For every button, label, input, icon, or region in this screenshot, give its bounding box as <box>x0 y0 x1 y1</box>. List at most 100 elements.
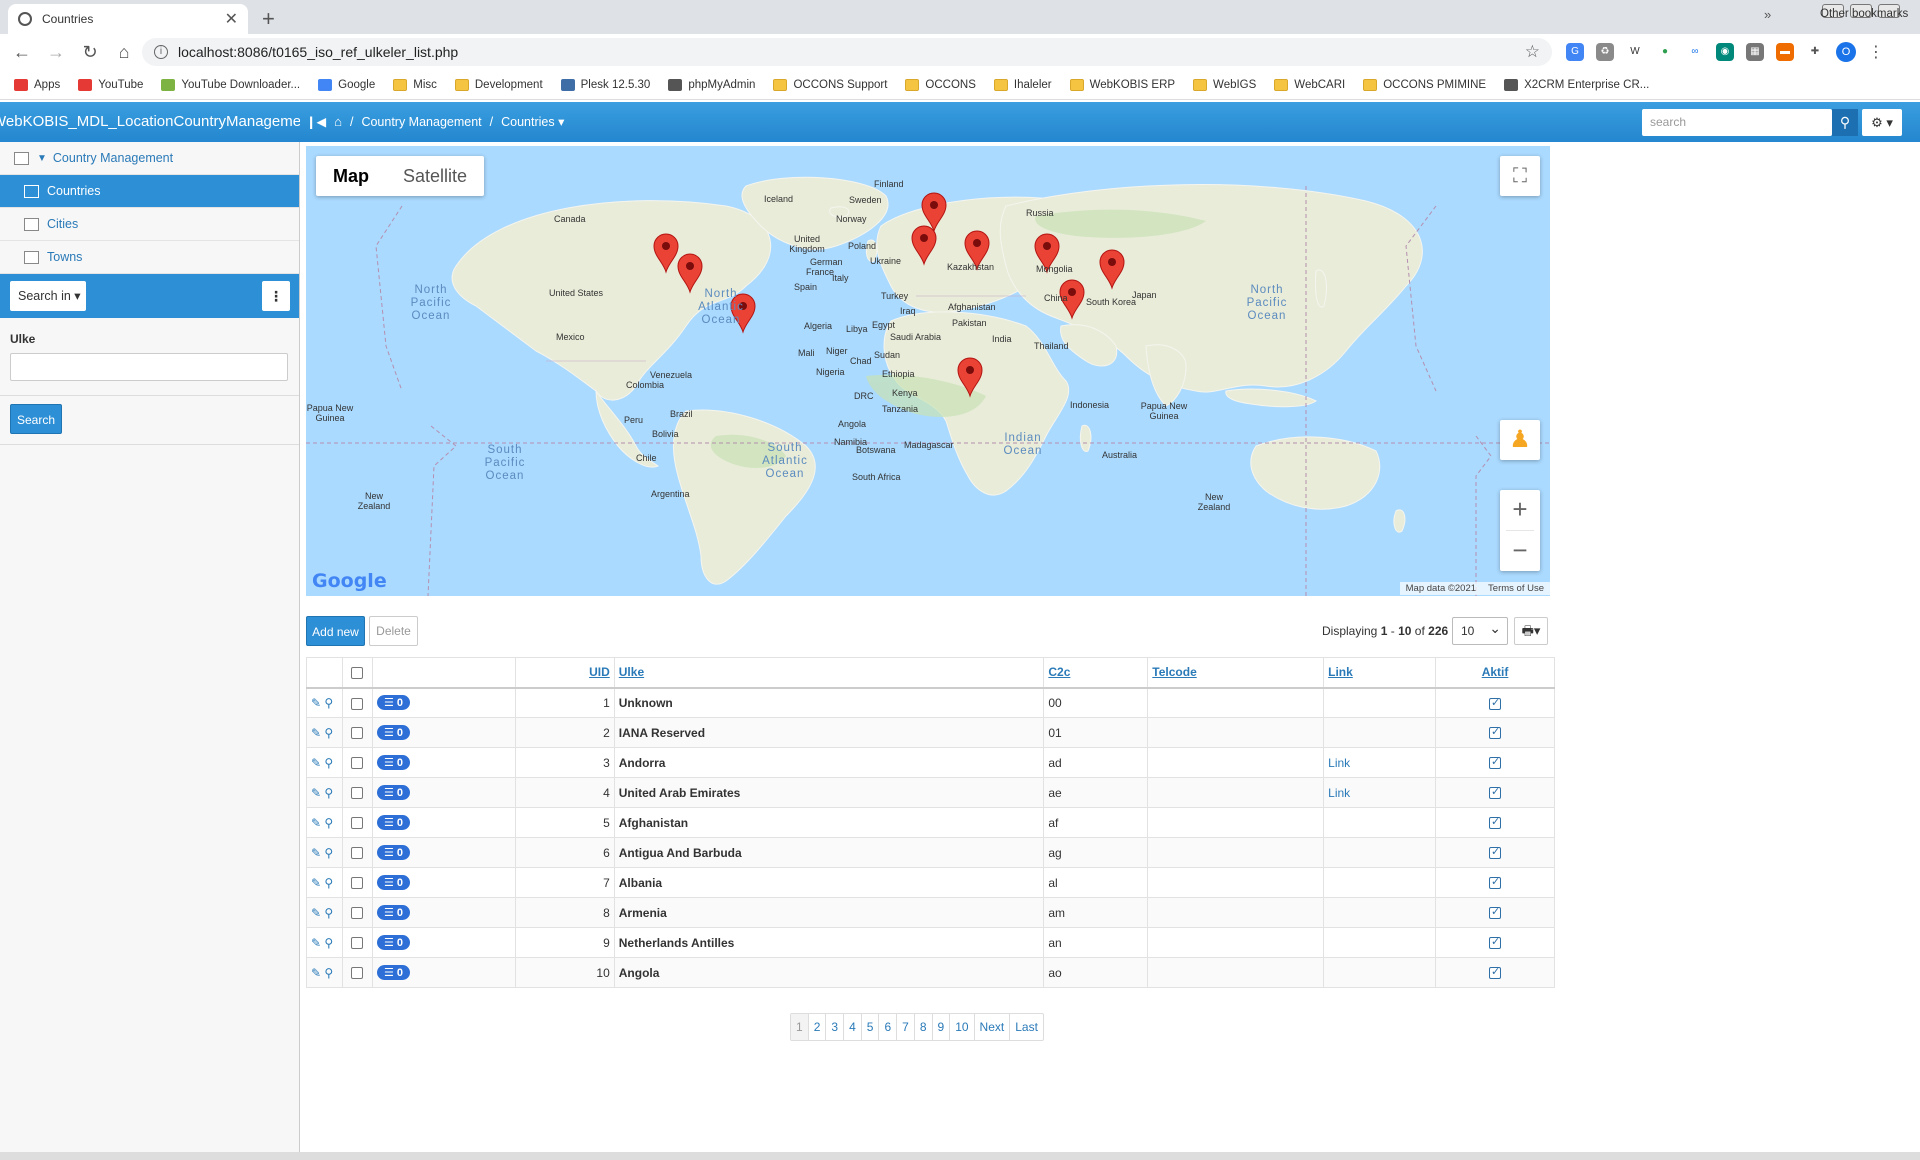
view-magnifier-icon[interactable]: ⚲ <box>324 906 333 920</box>
edit-pencil-icon[interactable]: ✎ <box>311 816 321 830</box>
edit-pencil-icon[interactable]: ✎ <box>311 846 321 860</box>
w-extension-icon[interactable]: W <box>1626 43 1644 61</box>
column-header-uid[interactable]: UID <box>514 657 615 689</box>
row-select-cell[interactable] <box>341 897 373 928</box>
bookmark-item[interactable]: Ihaleler <box>993 78 1052 91</box>
detail-count-badge[interactable]: ☰ 0 <box>376 785 411 800</box>
row-select-cell[interactable] <box>341 717 373 748</box>
edit-pencil-icon[interactable]: ✎ <box>311 876 321 890</box>
page-link-2[interactable]: 2 <box>809 1014 827 1040</box>
page-link-6[interactable]: 6 <box>879 1014 898 1040</box>
aktif-checkbox[interactable] <box>1489 845 1502 860</box>
bookmark-item[interactable]: YouTube Downloader... <box>161 78 300 91</box>
row-select-cell[interactable] <box>341 807 373 838</box>
row-checkbox[interactable] <box>351 847 364 860</box>
pin-extension-icon[interactable]: ● <box>1656 43 1674 61</box>
street-view-pegman-icon[interactable]: ♟ <box>1500 420 1540 460</box>
select-all-header[interactable] <box>341 657 373 689</box>
bookmark-item[interactable]: OCCONS PMIMINE <box>1363 78 1486 91</box>
view-magnifier-icon[interactable]: ⚲ <box>324 726 333 740</box>
edit-pencil-icon[interactable]: ✎ <box>311 726 321 740</box>
print-export-icon[interactable]: 🖶▾ <box>1514 617 1548 645</box>
column-header-ulke[interactable]: Ulke <box>613 657 1045 689</box>
row-link[interactable]: Link <box>1328 756 1350 770</box>
aktif-checkbox[interactable] <box>1489 905 1502 920</box>
translate-extension-icon[interactable]: G <box>1566 43 1584 61</box>
home-icon[interactable]: ⌂ <box>334 114 342 129</box>
ulke-search-input[interactable] <box>10 353 288 381</box>
page-link-10[interactable]: 10 <box>950 1014 975 1040</box>
row-checkbox[interactable] <box>351 727 364 740</box>
map-data-text[interactable]: Map data ©2021 <box>1406 583 1476 594</box>
table-row[interactable]: ✎ ⚲ ☰ 0 9 Netherlands Antilles an <box>306 927 1555 958</box>
reload-icon[interactable]: ↻ <box>78 42 102 63</box>
detail-count-badge[interactable]: ☰ 0 <box>376 725 411 740</box>
view-magnifier-icon[interactable]: ⚲ <box>324 786 333 800</box>
row-select-cell[interactable] <box>341 777 373 808</box>
sidebar-item-countries[interactable]: Countries <box>0 175 299 208</box>
html-extension-icon[interactable]: ▦ <box>1746 43 1764 61</box>
view-magnifier-icon[interactable]: ⚲ <box>324 816 333 830</box>
aktif-checkbox[interactable] <box>1489 696 1502 710</box>
address-bar[interactable]: i localhost:8086/t0165_iso_ref_ulkeler_l… <box>142 38 1552 66</box>
delete-button[interactable]: Delete <box>369 616 418 646</box>
browser-menu-icon[interactable]: ⋮ <box>1868 42 1884 62</box>
search-button[interactable]: Search <box>10 404 62 434</box>
row-checkbox[interactable] <box>351 757 364 770</box>
view-magnifier-icon[interactable]: ⚲ <box>324 756 333 770</box>
home-icon[interactable]: ⌂ <box>112 42 136 63</box>
other-bookmarks[interactable]: Other bookmarks <box>1800 8 1908 20</box>
sidebar-item-towns[interactable]: Towns <box>0 241 299 274</box>
bookmark-item[interactable]: Development <box>454 78 543 91</box>
recycle-extension-icon[interactable]: ♻ <box>1596 43 1614 61</box>
fullscreen-icon[interactable]: ⛶ <box>1500 156 1540 196</box>
infinity-extension-icon[interactable]: ∞ <box>1686 43 1704 61</box>
menu-toggle-icon[interactable]: ❙◀ <box>306 114 326 129</box>
row-select-cell[interactable] <box>341 927 373 958</box>
row-checkbox[interactable] <box>351 907 364 920</box>
page-link-5[interactable]: 5 <box>862 1014 880 1040</box>
detail-count-badge[interactable]: ☰ 0 <box>376 875 411 890</box>
row-checkbox[interactable] <box>351 937 364 950</box>
detail-count-badge[interactable]: ☰ 0 <box>376 815 411 830</box>
bookmark-star-icon[interactable]: ☆ <box>1525 42 1540 62</box>
aktif-checkbox[interactable] <box>1489 815 1502 830</box>
world-map[interactable]: Map Satellite ⛶ ♟ + − Google Map data ©2… <box>306 146 1550 596</box>
browser-tab[interactable]: Countries ✕ <box>8 4 248 34</box>
orange-extension-icon[interactable]: ▬ <box>1776 43 1794 61</box>
sidebar-item-cities[interactable]: Cities <box>0 208 299 241</box>
detail-count-badge[interactable]: ☰ 0 <box>376 935 411 950</box>
search-in-dropdown[interactable]: Search in ▾ <box>10 281 86 311</box>
view-magnifier-icon[interactable]: ⚲ <box>324 876 333 890</box>
app-brand[interactable]: WebKOBIS_MDL_LocationCountryManagement <box>0 102 300 142</box>
aktif-checkbox[interactable] <box>1489 785 1502 800</box>
table-row[interactable]: ✎ ⚲ ☰ 0 5 Afghanistan af <box>306 807 1555 838</box>
row-checkbox[interactable] <box>351 787 364 800</box>
site-info-icon[interactable]: i <box>154 45 168 59</box>
page-link-8[interactable]: 8 <box>915 1014 933 1040</box>
view-magnifier-icon[interactable]: ⚲ <box>324 696 333 710</box>
back-icon[interactable]: ← <box>10 42 34 63</box>
edit-pencil-icon[interactable]: ✎ <box>311 756 321 770</box>
edit-pencil-icon[interactable]: ✎ <box>311 966 321 980</box>
detail-count-badge[interactable]: ☰ 0 <box>376 755 411 770</box>
detail-count-badge[interactable]: ☰ 0 <box>376 905 411 920</box>
aktif-checkbox[interactable] <box>1489 875 1502 890</box>
row-checkbox[interactable] <box>351 817 364 830</box>
row-select-cell[interactable] <box>341 837 373 868</box>
page-next-link[interactable]: Next <box>975 1014 1011 1040</box>
edit-pencil-icon[interactable]: ✎ <box>311 906 321 920</box>
aktif-checkbox[interactable] <box>1489 935 1502 950</box>
table-row[interactable]: ✎ ⚲ ☰ 0 4 United Arab Emirates ae Link <box>306 777 1555 808</box>
map-type-satellite-button[interactable]: Satellite <box>386 156 484 196</box>
page-last-link[interactable]: Last <box>1010 1014 1043 1040</box>
bookmark-item[interactable]: Google <box>318 78 375 91</box>
page-link-3[interactable]: 3 <box>826 1014 845 1040</box>
zoom-in-button[interactable]: + <box>1500 490 1540 530</box>
bookmark-item[interactable]: Misc <box>393 78 437 91</box>
add-new-button[interactable]: Add new <box>306 616 365 646</box>
table-row[interactable]: ✎ ⚲ ☰ 0 6 Antigua And Barbuda ag <box>306 837 1555 868</box>
edit-pencil-icon[interactable]: ✎ <box>311 936 321 950</box>
bookmark-item[interactable]: phpMyAdmin <box>668 78 755 91</box>
page-link-9[interactable]: 9 <box>933 1014 951 1040</box>
